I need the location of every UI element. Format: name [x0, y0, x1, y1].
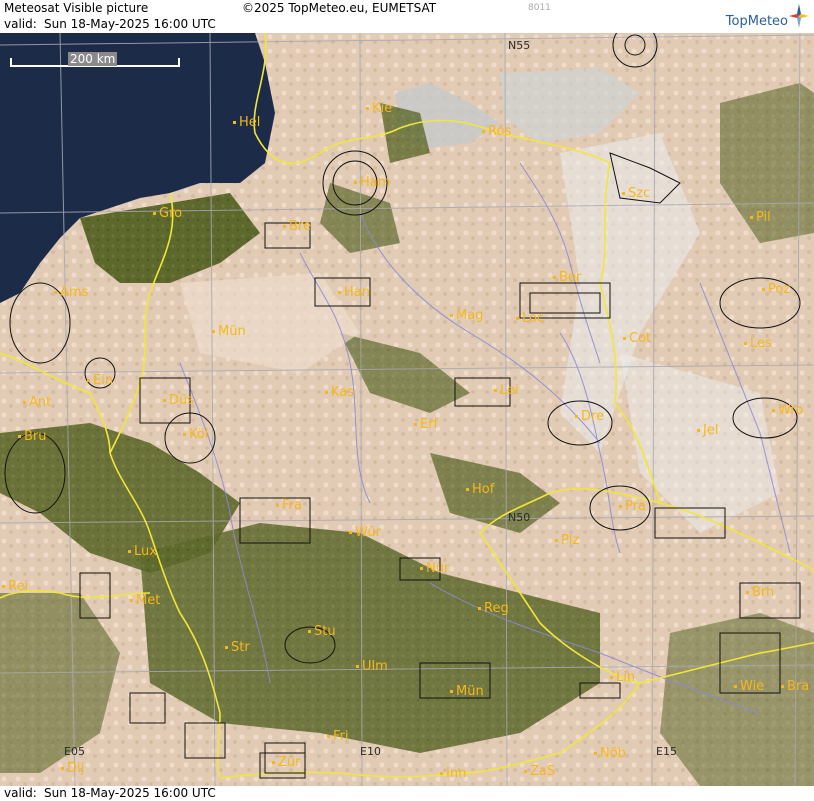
valid-time: Sun 18-May-2025 16:00 UTC	[44, 17, 216, 31]
header-row-1: Meteosat Visible picture ©2025 TopMeteo.…	[0, 0, 814, 17]
city-label[interactable]: Lei	[494, 383, 519, 398]
city-label[interactable]: Erf	[414, 417, 438, 432]
city-label[interactable]: Ulm	[356, 659, 388, 674]
header-row-2: valid: Sun 18-May-2025 16:00 UTC	[0, 17, 814, 34]
city-label[interactable]: Hel	[233, 115, 260, 130]
city-label[interactable]: Kie	[366, 101, 392, 116]
city-label[interactable]: Nür	[420, 561, 449, 576]
grid-label-e05: E05	[64, 745, 85, 758]
grid-label-n50: N50	[508, 511, 531, 524]
topmeteo-logo[interactable]: TopMeteo	[710, 2, 810, 30]
city-label[interactable]: Plz	[555, 533, 579, 548]
satellite-image[interactable]: 200 km N55 N50 E05 E10 E15 Hel Kie Ros H…	[0, 33, 814, 786]
city-label[interactable]: Wür	[349, 525, 381, 540]
city-label[interactable]: Met	[130, 593, 160, 608]
satellite-map-viewer: Meteosat Visible picture ©2025 TopMeteo.…	[0, 0, 814, 801]
city-label[interactable]: Inn	[440, 766, 466, 781]
footer-valid-time: Sun 18-May-2025 16:00 UTC	[44, 786, 216, 800]
product-title: Meteosat Visible picture	[4, 1, 149, 15]
map-layers	[0, 33, 814, 786]
city-label[interactable]: Ros	[482, 124, 511, 139]
grid-label-e15: E15	[656, 745, 677, 758]
logo-text: TopMeteo	[725, 14, 788, 29]
grid-label-e10: E10	[360, 745, 381, 758]
city-label[interactable]: Köl	[183, 427, 208, 442]
city-label[interactable]: Stu	[308, 624, 336, 639]
city-label[interactable]: Reg	[478, 601, 509, 616]
scale-bar: 200 km	[10, 52, 180, 67]
compass-icon	[789, 4, 809, 28]
city-label[interactable]: Pil	[750, 210, 771, 225]
city-label[interactable]: Ber	[553, 270, 581, 285]
city-label[interactable]: Szc	[622, 186, 650, 201]
city-label[interactable]: Cot	[623, 331, 651, 346]
city-label[interactable]: Fri	[327, 729, 349, 744]
image-code: 8011	[528, 3, 551, 13]
city-label[interactable]: Düs	[163, 393, 194, 408]
city-label[interactable]: Bra	[781, 679, 809, 694]
city-label[interactable]: Dij	[61, 761, 84, 776]
city-label[interactable]: Han	[338, 285, 370, 300]
footer-bar: valid: Sun 18-May-2025 16:00 UTC	[0, 786, 814, 801]
land-austria-east	[660, 613, 814, 786]
city-label[interactable]: Mag	[450, 308, 483, 323]
city-label[interactable]: Bre	[283, 219, 311, 234]
city-label[interactable]: Bru	[18, 429, 47, 444]
city-label[interactable]: Ant	[23, 395, 51, 410]
city-label[interactable]: Nöb	[594, 746, 626, 761]
city-label[interactable]: Loc	[516, 311, 544, 326]
city-label[interactable]: Les	[744, 336, 772, 351]
city-label[interactable]: Lin	[610, 670, 635, 685]
city-label[interactable]: ZaS	[524, 764, 555, 779]
city-label[interactable]: Mün	[212, 324, 246, 339]
city-label[interactable]: Dre	[575, 409, 604, 424]
city-label[interactable]: Pra	[619, 499, 646, 514]
city-label[interactable]: Rei	[2, 579, 28, 594]
city-label[interactable]: Lux	[128, 544, 157, 559]
city-label[interactable]: Ein	[87, 373, 113, 388]
valid-label: valid:	[4, 17, 37, 31]
city-label[interactable]: Jel	[697, 423, 718, 438]
city-label[interactable]: Kas	[325, 385, 354, 400]
city-label[interactable]: Ams	[54, 285, 88, 300]
city-label[interactable]: Wro	[772, 403, 803, 418]
city-label[interactable]: Gro	[153, 206, 182, 221]
city-label[interactable]: Poz	[762, 282, 790, 297]
city-label[interactable]: Ham	[354, 175, 390, 190]
city-label[interactable]: Hof	[466, 482, 494, 497]
city-label[interactable]: Zür	[272, 755, 301, 770]
city-label[interactable]: Fra	[276, 498, 302, 513]
city-label[interactable]: Str	[225, 640, 250, 655]
city-label[interactable]: Mün	[450, 684, 484, 699]
footer-valid-label: valid:	[4, 786, 37, 800]
city-label[interactable]: Brn	[746, 585, 774, 600]
grid-label-n55: N55	[508, 39, 531, 52]
city-label[interactable]: Wie	[734, 679, 764, 694]
copyright-text: ©2025 TopMeteo.eu, EUMETSAT	[242, 1, 437, 15]
scale-label: 200 km	[68, 52, 118, 66]
